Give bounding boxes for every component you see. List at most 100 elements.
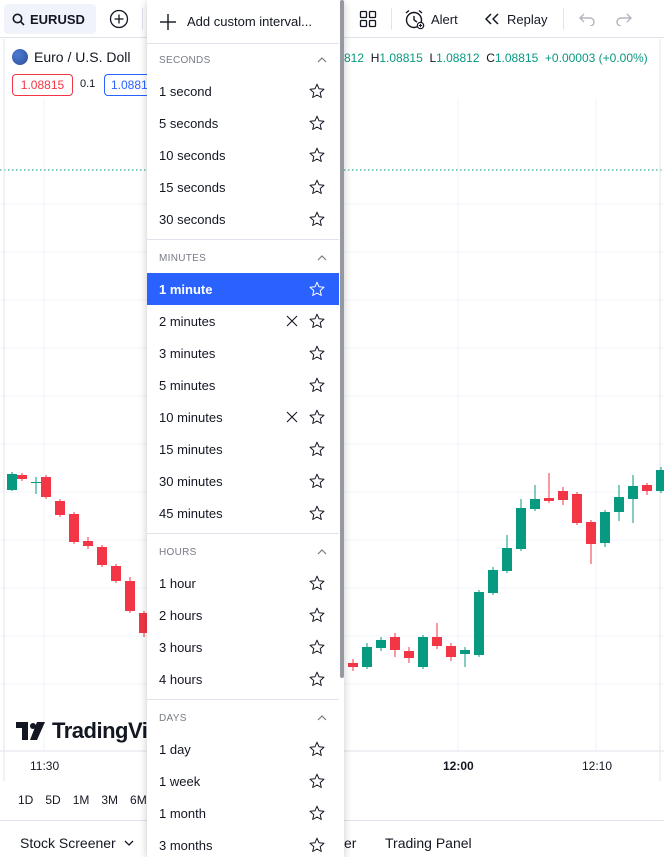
interval-item[interactable]: 3 minutes [147, 337, 339, 369]
interval-item[interactable]: 15 seconds [147, 171, 339, 203]
favorite-star-icon[interactable] [309, 505, 325, 521]
interval-item[interactable]: 3 hours [147, 631, 339, 663]
interval-item[interactable]: 1 hour [147, 567, 339, 599]
favorite-star-icon[interactable] [309, 345, 325, 361]
toolbar-divider [391, 8, 392, 30]
interval-item[interactable]: 30 seconds [147, 203, 339, 235]
range-5d[interactable]: 5D [45, 793, 60, 807]
interval-item[interactable]: 5 seconds [147, 107, 339, 139]
brand-name: TradingVie [52, 718, 160, 743]
symbol-search-button[interactable]: EURUSD [4, 4, 96, 34]
favorite-star-icon[interactable] [309, 377, 325, 393]
interval-label: 5 minutes [159, 377, 216, 393]
buy-button[interactable]: 1.0881 [104, 74, 148, 96]
replay-button[interactable]: Replay [483, 6, 547, 32]
interval-item[interactable]: 1 week [147, 765, 339, 797]
favorite-star-icon[interactable] [309, 773, 325, 789]
favorite-star-icon[interactable] [309, 147, 325, 163]
interval-item[interactable]: 3 months [147, 829, 339, 857]
interval-item[interactable]: 1 second [147, 75, 339, 107]
favorite-star-icon[interactable] [309, 409, 325, 425]
candle-body [656, 470, 664, 491]
remove-interval-icon[interactable] [285, 410, 299, 424]
pine-editor-tab[interactable]: er [344, 835, 356, 851]
interval-item[interactable]: 45 minutes [147, 497, 339, 529]
alert-button[interactable]: Alert [403, 6, 458, 32]
section-title: MINUTES [159, 252, 207, 264]
candle-body [460, 650, 470, 654]
close-value: 1.08815 [494, 51, 539, 65]
section-title: DAYS [159, 712, 187, 724]
plus-circle-icon [109, 9, 129, 29]
undo-button[interactable] [576, 8, 598, 30]
redo-button[interactable] [613, 8, 635, 30]
candle-body [446, 646, 456, 657]
remove-interval-icon[interactable] [285, 314, 299, 328]
favorite-star-icon[interactable] [309, 837, 325, 853]
interval-item[interactable]: 1 month [147, 797, 339, 829]
sell-price: 1.08815 [20, 78, 65, 92]
tradingview-logo[interactable]: TradingVie [16, 718, 160, 744]
range-1m[interactable]: 1M [73, 793, 90, 807]
favorite-star-icon[interactable] [309, 281, 325, 297]
low-value: 1.08812 [436, 51, 480, 65]
section-header-hours[interactable]: HOURS [147, 537, 339, 567]
dropdown-scrollbar[interactable] [340, 0, 344, 678]
section-title: SECONDS [159, 54, 211, 66]
interval-item[interactable]: 15 minutes [147, 433, 339, 465]
section-divider [147, 533, 339, 534]
high-value: 1.08815 [379, 51, 423, 65]
interval-item[interactable]: 10 seconds [147, 139, 339, 171]
interval-label: 30 minutes [159, 473, 223, 489]
candle-body [83, 541, 93, 546]
favorite-star-icon[interactable] [309, 83, 325, 99]
favorite-star-icon[interactable] [309, 441, 325, 457]
favorite-star-icon[interactable] [309, 639, 325, 655]
interval-item[interactable]: 2 hours [147, 599, 339, 631]
open-partial: 812 [344, 51, 365, 65]
interval-label: 15 minutes [159, 441, 223, 457]
favorite-star-icon[interactable] [309, 805, 325, 821]
interval-label: 10 minutes [159, 409, 223, 425]
favorite-star-icon[interactable] [309, 179, 325, 195]
range-6m[interactable]: 6M [130, 793, 147, 807]
favorite-star-icon[interactable] [309, 313, 325, 329]
favorite-star-icon[interactable] [309, 575, 325, 591]
range-3m[interactable]: 3M [101, 793, 118, 807]
candle-body [17, 475, 27, 479]
favorite-star-icon[interactable] [309, 211, 325, 227]
chevron-up-icon [317, 255, 327, 261]
candle-body [642, 485, 652, 491]
interval-item[interactable]: 2 minutes [147, 305, 339, 337]
compare-symbol-button[interactable] [106, 6, 132, 32]
favorite-star-icon[interactable] [309, 115, 325, 131]
section-title: HOURS [159, 546, 197, 558]
interval-item[interactable]: 10 minutes [147, 401, 339, 433]
time-axis-label: 12:00 [443, 759, 474, 773]
interval-item[interactable]: 30 minutes [147, 465, 339, 497]
interval-item[interactable]: 1 day [147, 733, 339, 765]
section-header-days[interactable]: DAYS [147, 703, 339, 733]
favorite-star-icon[interactable] [309, 671, 325, 687]
stock-screener-label: Stock Screener [20, 835, 116, 851]
trading-panel-tab[interactable]: Trading Panel [385, 835, 472, 851]
interval-label: 3 months [159, 837, 213, 853]
favorite-star-icon[interactable] [309, 607, 325, 623]
layout-button[interactable] [356, 6, 380, 32]
candle-body [530, 499, 540, 509]
section-header-seconds[interactable]: SECONDS [147, 45, 339, 75]
add-custom-interval-button[interactable]: Add custom interval... [147, 0, 339, 44]
interval-item[interactable]: 5 minutes [147, 369, 339, 401]
currency-flag-icon [12, 49, 28, 65]
favorite-star-icon[interactable] [309, 473, 325, 489]
change-value: +0.00003 (+0.00%) [544, 51, 648, 65]
toolbar-divider [563, 8, 564, 30]
range-1d[interactable]: 1D [18, 793, 33, 807]
section-header-minutes[interactable]: MINUTES [147, 243, 339, 273]
sell-button[interactable]: 1.08815 [12, 74, 73, 96]
favorite-star-icon[interactable] [309, 741, 325, 757]
interval-item[interactable]: 1 minute [147, 273, 339, 305]
interval-item[interactable]: 4 hours [147, 663, 339, 695]
candle-body [125, 581, 135, 611]
stock-screener-tab[interactable]: Stock Screener [20, 835, 134, 851]
